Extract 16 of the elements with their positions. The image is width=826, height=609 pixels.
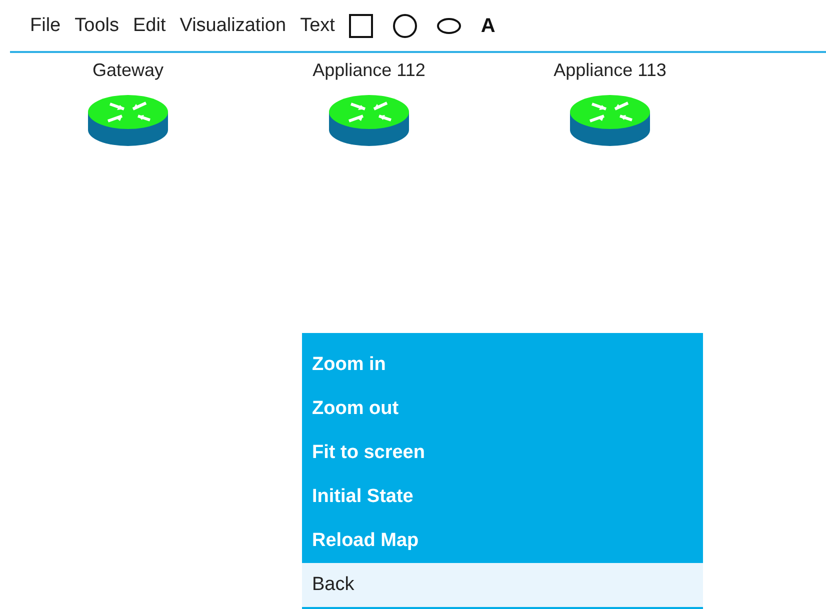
circle-tool[interactable] (392, 14, 417, 38)
menu-item[interactable]: Edit (132, 16, 166, 35)
ellipse-tool[interactable] (436, 18, 461, 34)
menu-item[interactable]: File (30, 16, 61, 35)
node-label: Gateway (92, 60, 164, 82)
text-tool[interactable]: A (480, 16, 496, 36)
rectangle-icon (348, 14, 373, 38)
node-label: Appliance 112 (312, 60, 426, 82)
menu-item[interactable]: Tools (74, 16, 119, 35)
menu-option[interactable]: Back (302, 563, 703, 607)
menu-item[interactable]: Text (300, 16, 335, 35)
ellipse-icon (436, 18, 461, 34)
rectangle-tool[interactable] (348, 14, 373, 38)
node-label: Appliance 113 (554, 60, 666, 82)
circle-icon (392, 14, 417, 38)
menu-item[interactable]: Visualization (180, 16, 286, 35)
